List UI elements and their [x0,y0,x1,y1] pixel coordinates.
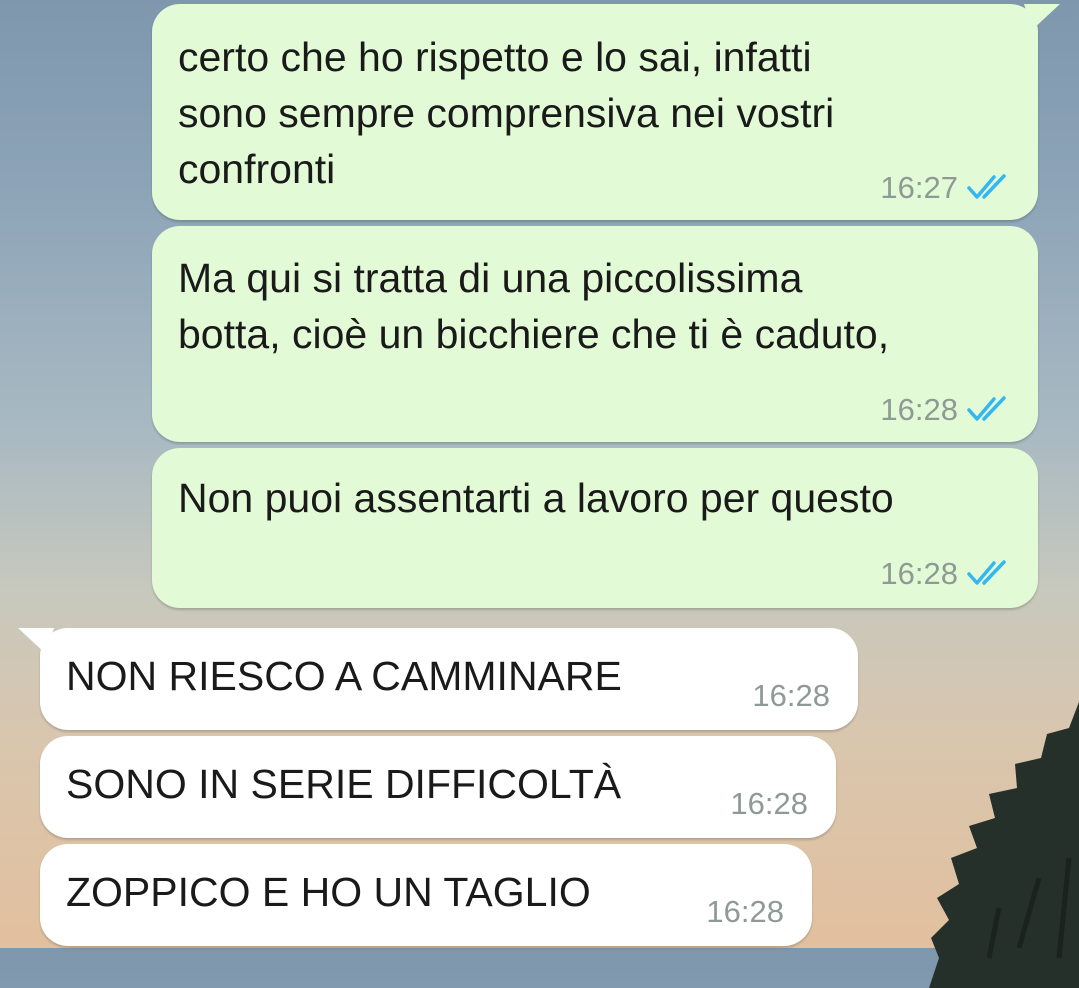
double-check-read-icon [967,396,1006,421]
incoming-message[interactable]: SONO IN SERIE DIFFICOLTÀ 16:28 [40,736,836,838]
incoming-message[interactable]: ZOPPICO E HO UN TAGLIO 16:28 [40,844,812,946]
bubble-tail [18,628,54,654]
double-check-read-icon [967,174,1006,199]
message-text: SONO IN SERIE DIFFICOLTÀ [66,761,622,807]
message-time: 16:28 [752,678,830,713]
message-time: 16:28 [730,786,808,821]
message-text: certo che ho rispetto e lo sai, infatti … [178,34,835,192]
message-text: ZOPPICO E HO UN TAGLIO [66,869,591,915]
incoming-message[interactable]: NON RIESCO A CAMMINARE 16:28 [18,628,858,730]
message-text: Non puoi assentarti a lavoro per questo [178,475,894,521]
background-tree [929,702,1079,988]
message-time: 16:27 [880,170,958,205]
message-time: 16:28 [880,556,958,591]
outgoing-message[interactable]: Ma qui si tratta di una piccolissima bot… [152,226,1038,442]
message-text: NON RIESCO A CAMMINARE [66,653,622,699]
message-text: Ma qui si tratta di una piccolissima bot… [178,255,890,357]
double-check-read-icon [967,560,1006,585]
message-time: 16:28 [706,894,784,929]
bubble-tail [1024,4,1060,30]
outgoing-message[interactable]: Non puoi assentarti a lavoro per questo … [152,448,1038,608]
message-time: 16:28 [880,392,958,427]
outgoing-message[interactable]: certo che ho rispetto e lo sai, infatti … [152,4,1060,220]
